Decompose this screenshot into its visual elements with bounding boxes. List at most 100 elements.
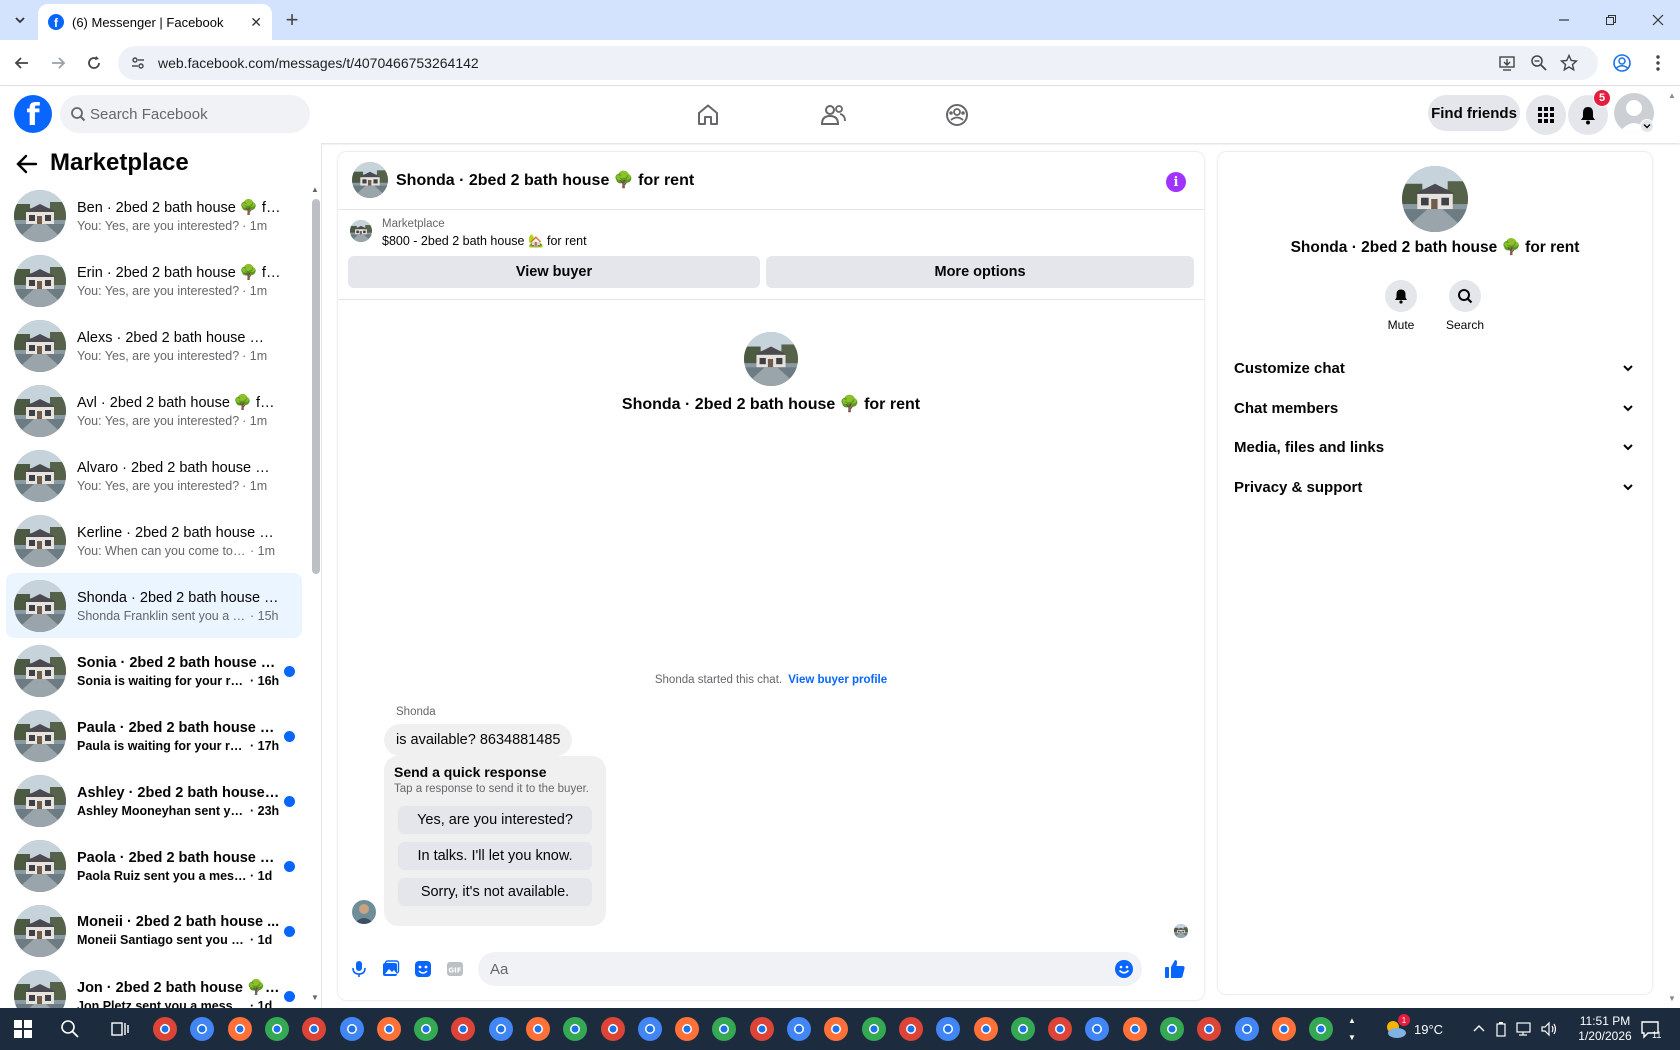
chat-title[interactable]: Shonda · 2bed 2 bath house 🌳 for rent [396,170,694,190]
conversation-item[interactable]: Ashley · 2bed 2 bath house 🌳... Ashley M… [6,768,302,833]
chrome-icon[interactable] [413,1016,439,1042]
address-bar[interactable]: web.facebook.com/messages/t/407046675326… [118,46,1598,80]
chrome-icon[interactable] [301,1016,327,1042]
chrome-icon[interactable] [786,1016,812,1042]
chrome-icon[interactable] [711,1016,737,1042]
nav-friends-icon[interactable] [813,95,853,135]
list-scroll-down-icon[interactable]: ▼ [311,993,319,1002]
more-options-button[interactable]: More options [766,256,1194,288]
taskbar-scroll-icon[interactable]: ▲ ▼ [1348,1012,1356,1046]
chrome-icon[interactable] [898,1016,924,1042]
nav-home-icon[interactable] [688,95,728,135]
back-arrow-icon[interactable] [14,151,44,181]
chrome-icon[interactable] [1122,1016,1148,1042]
url-text[interactable]: web.facebook.com/messages/t/407046675326… [158,55,479,71]
install-app-icon[interactable] [1498,54,1516,72]
conversation-item[interactable]: Kerline · 2bed 2 bath house 🌳 f... You: … [6,508,302,573]
page-scrollbar-up-icon[interactable]: ▲ [1668,91,1676,100]
chat-avatar[interactable] [352,162,388,198]
chrome-icon[interactable] [1234,1016,1260,1042]
restore-icon[interactable] [1597,6,1625,34]
taskbar-clock[interactable]: 11:51 PM 1/20/2026 [1560,1014,1650,1044]
chrome-icon[interactable] [562,1016,588,1042]
chrome-icon[interactable] [525,1016,551,1042]
conversation-item[interactable]: Paola · 2bed 2 bath house 🌳 f... Paola R… [6,833,302,898]
conversation-item[interactable]: Shonda · 2bed 2 bath house 🌳 ... Shonda … [6,573,302,638]
list-scrollbar[interactable] [312,199,320,574]
section-privacy-support[interactable]: Privacy & support [1234,469,1636,505]
chrome-icon[interactable] [376,1016,402,1042]
browser-menu-icon[interactable] [1644,49,1672,77]
quick-response-in-talks[interactable]: In talks. I'll let you know. [398,842,592,870]
conversation-item[interactable]: Avl · 2bed 2 bath house 🌳 for r... You: … [6,378,302,443]
chrome-icon[interactable] [450,1016,476,1042]
profile-icon[interactable] [1608,49,1636,77]
details-avatar[interactable] [1402,166,1468,232]
section-chat-members[interactable]: Chat members [1234,390,1636,426]
section-media-files-links[interactable]: Media, files and links [1234,429,1636,465]
chrome-icon[interactable] [749,1016,775,1042]
close-tab-icon[interactable]: ✕ [250,14,262,31]
chrome-icon[interactable] [1010,1016,1036,1042]
close-window-icon[interactable] [1644,6,1672,34]
minimize-icon[interactable] [1550,6,1578,34]
reload-icon[interactable] [80,49,108,77]
find-friends-button[interactable]: Find friends [1428,95,1520,131]
gif-icon[interactable]: GIF [444,958,466,980]
mute-button[interactable] [1385,280,1417,312]
intro-avatar[interactable] [744,332,798,386]
sender-avatar[interactable] [352,900,376,924]
chrome-icon[interactable] [674,1016,700,1042]
chrome-icon[interactable] [973,1016,999,1042]
account-chevron-icon[interactable] [1640,119,1654,133]
zoom-icon[interactable] [1530,54,1548,72]
chrome-icon[interactable] [264,1016,290,1042]
listing-title[interactable]: $800 - 2bed 2 bath house 🏡 for rent [382,234,587,249]
facebook-logo[interactable]: f [14,95,52,133]
bookmark-star-icon[interactable] [1560,54,1578,72]
chrome-icon[interactable] [637,1016,663,1042]
search-input[interactable]: Search Facebook [60,95,310,133]
view-buyer-button[interactable]: View buyer [348,256,760,288]
chrome-icon[interactable] [189,1016,215,1042]
chrome-icon[interactable] [861,1016,887,1042]
forward-icon[interactable] [44,49,72,77]
chrome-icon[interactable] [935,1016,961,1042]
chrome-icon[interactable] [1047,1016,1073,1042]
nav-groups-icon[interactable] [937,95,977,135]
chrome-icon[interactable] [1196,1016,1222,1042]
tray-network-icon[interactable] [1516,1021,1534,1037]
conversation-item[interactable]: Ben · 2bed 2 bath house 🌳 for ... You: Y… [6,183,302,248]
conversation-item[interactable]: Alvaro · 2bed 2 bath house 🌳 f... You: Y… [6,443,302,508]
temperature[interactable]: 19°C [1414,1022,1443,1037]
site-info-icon[interactable] [130,55,146,71]
list-scroll-up-icon[interactable]: ▲ [311,185,319,194]
page-scrollbar-down-icon[interactable]: ▼ [1668,994,1676,1003]
photo-icon[interactable] [380,958,402,980]
tab-search-icon[interactable] [6,6,34,34]
chrome-icon[interactable] [600,1016,626,1042]
view-buyer-profile-link[interactable]: View buyer profile [788,674,887,686]
conversation-item[interactable]: Paula · 2bed 2 bath house 🌳 f... Paula i… [6,703,302,768]
taskbar-search-icon[interactable] [60,1019,80,1039]
quick-response-not-available[interactable]: Sorry, it's not available. [398,878,592,906]
chrome-icon[interactable] [1159,1016,1185,1042]
conversation-item[interactable]: Sonia · 2bed 2 bath house 🌳 ... Sonia is… [6,638,302,703]
like-thumb-icon[interactable] [1164,958,1186,980]
tray-chevron-icon[interactable] [1472,1021,1486,1035]
new-tab-icon[interactable]: + [278,6,306,34]
microphone-icon[interactable] [348,958,370,980]
firefox-icon[interactable] [227,1016,253,1042]
menu-grid-icon[interactable] [1526,95,1566,135]
quick-response-yes[interactable]: Yes, are you interested? [398,806,592,834]
sticker-icon[interactable] [412,958,434,980]
chrome-icon[interactable] [1308,1016,1334,1042]
message-bubble[interactable]: is available? 8634881485 [384,724,573,756]
message-input[interactable]: Aa [478,952,1142,986]
info-icon[interactable]: i [1166,172,1186,192]
search-chat-button[interactable] [1449,280,1481,312]
back-icon[interactable] [8,49,36,77]
chrome-icon[interactable] [1084,1016,1110,1042]
browser-tab[interactable]: f (6) Messenger | Facebook ✕ [38,4,272,40]
conversation-item[interactable]: Moneii · 2bed 2 bath house ... Moneii Sa… [6,898,302,963]
